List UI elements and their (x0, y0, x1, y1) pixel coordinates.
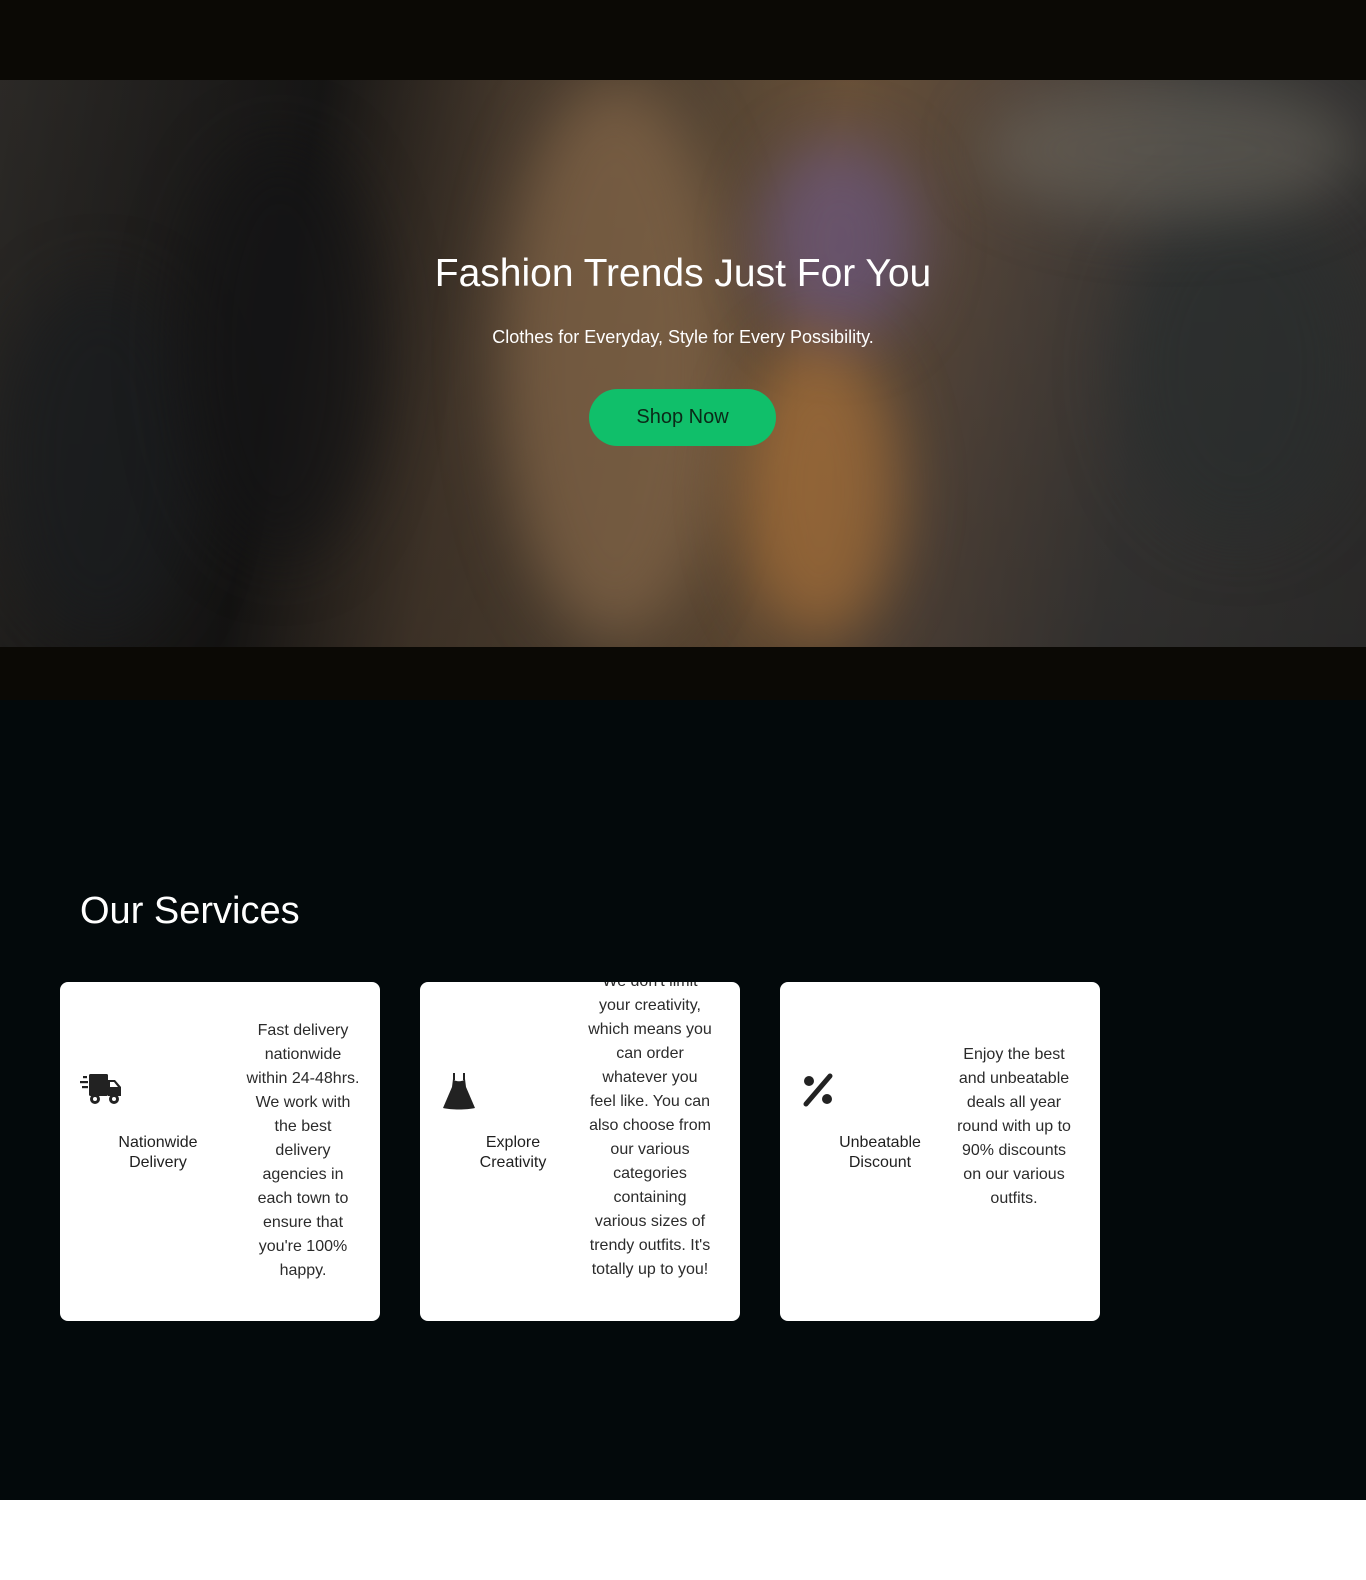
hero-banner: Fashion Trends Just For You Clothes for … (0, 80, 1366, 647)
hero-image-region (180, 140, 380, 560)
services-title: Our Services (80, 890, 300, 932)
service-card-delivery: Nationwide Delivery Fast delivery nation… (60, 982, 380, 1321)
hero-subtitle: Clothes for Everyday, Style for Every Po… (492, 327, 874, 347)
service-card-discount: Unbeatable Discount Enjoy the best and u… (780, 982, 1100, 1321)
services-section: Our Services Nationwide Delivery Fast de… (0, 700, 1366, 1500)
service-description: Enjoy the best and unbeatable deals all … (957, 1046, 1071, 1207)
hero-image-region (760, 140, 920, 340)
service-card-creativity: Explore Creativity We don't limit your c… (420, 982, 740, 1321)
dress-icon (442, 1072, 482, 1110)
footer-area (0, 1500, 1366, 1580)
service-label: Unbeatable Discount (839, 1134, 921, 1171)
hero-image-region (740, 340, 900, 640)
delivery-truck-icon (80, 1072, 121, 1108)
service-label: Explore Creativity (479, 1134, 547, 1171)
service-description: We don't limit your creativity, which me… (588, 982, 712, 1278)
hero-title: Fashion Trends Just For You (434, 252, 932, 295)
hero-bottom-strip (0, 647, 1366, 700)
top-bar (0, 0, 1366, 80)
hero-image-region (980, 80, 1360, 220)
shop-now-button[interactable]: Shop Now (589, 389, 776, 446)
hero-image-region (500, 80, 730, 640)
percent-icon (800, 1072, 840, 1108)
hero-image-region (1120, 200, 1360, 540)
service-description: Fast delivery nationwide within 24-48hrs… (246, 1022, 360, 1279)
service-label: Nationwide Delivery (118, 1134, 198, 1171)
